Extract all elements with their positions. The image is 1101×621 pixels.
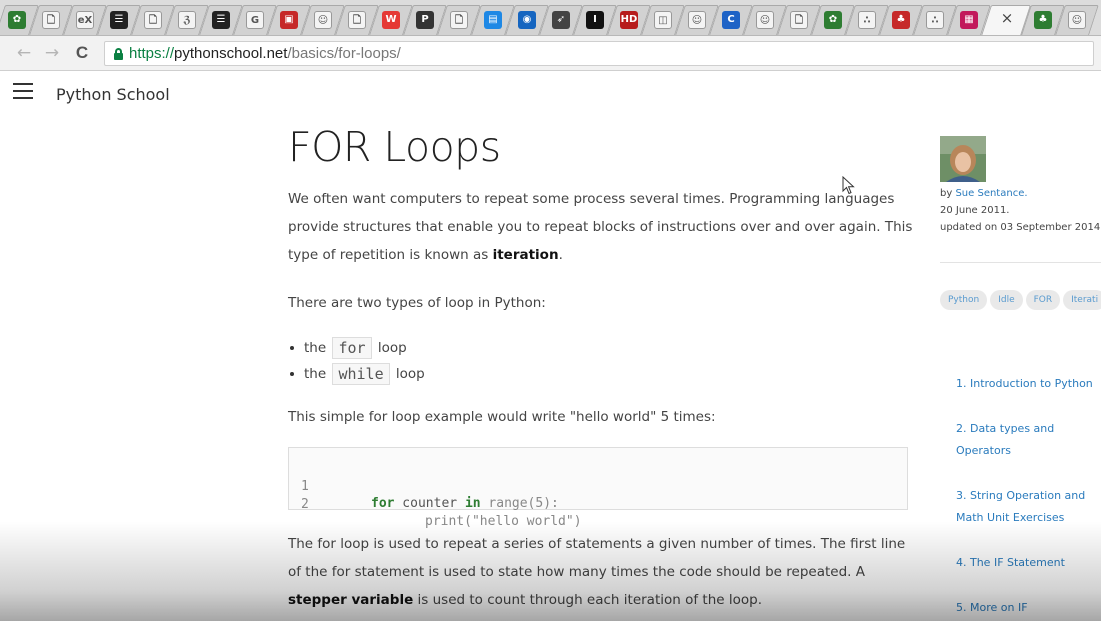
ghost-icon: ✿ (8, 11, 26, 29)
author-link[interactable]: Sue Sentance. (955, 188, 1027, 199)
tag-iteration[interactable]: Iterati (1063, 290, 1101, 310)
code-line: 2 print("hello world") (301, 497, 582, 529)
mouse-cursor-icon (842, 176, 855, 195)
psy-icon: P (416, 11, 434, 29)
toc-item-data-types[interactable]: 2. Data types and Operators (956, 418, 1101, 462)
code-line: 1 for counter in range(5): (301, 479, 559, 511)
browser-toolbar: ← → C https://pythonschool.net/basics/fo… (0, 36, 1101, 71)
dots-icon: ∴ (858, 11, 876, 29)
forward-arrow-icon[interactable]: → (42, 43, 62, 63)
web-page: Python School FOR Loops We often want co… (0, 71, 1101, 621)
window-icon: ▤ (484, 11, 502, 29)
intro-paragraph: We often want computers to repeat some p… (288, 191, 913, 263)
green-tree-icon: ♣ (1034, 11, 1052, 29)
example-intro: This simple for loop example would write… (288, 409, 716, 425)
article-meta: by Sue Sentance. 20 June 2011. updated o… (940, 185, 1101, 236)
reddit-icon: ☺ (1068, 11, 1086, 29)
ghost-icon: ✿ (824, 11, 842, 29)
list-item: the for loop (288, 335, 913, 361)
ampersand-icon: ℨ (178, 11, 196, 29)
divider (940, 262, 1101, 263)
loop-types-intro: There are two types of loop in Python: (288, 295, 546, 311)
toc-item-if-statement[interactable]: 4. The IF Statement (956, 552, 1101, 574)
tab-strip: ✿ 🗋 eX ☰ 🗋 ℨ ☰ G ▣ ☺ 🗋 W P 🗋 ▤ ◉ ➶ I HD ◫ ☺ C ☺ 🗋 ✿ ∴ ♣ ∴ ▦ × ♣ ☺ (0, 0, 1101, 36)
tree-icon: ♣ (892, 11, 910, 29)
article: FOR Loops We often want computers to rep… (288, 121, 913, 614)
tag-for[interactable]: FOR (1025, 290, 1061, 310)
tag-python[interactable]: Python (940, 290, 988, 310)
back-arrow-icon[interactable]: ← (14, 43, 34, 63)
reddit-icon: ☺ (756, 11, 774, 29)
menu-icon: ☰ (212, 11, 230, 29)
toc-item-more-on-if[interactable]: 5. More on IF (956, 597, 1101, 619)
page-icon: 🗋 (42, 11, 60, 29)
close-tab-icon[interactable]: × (1000, 10, 1014, 26)
toc-item-string-ops[interactable]: 3. String Operation and Math Unit Exerci… (956, 485, 1101, 529)
address-bar[interactable]: https://pythonschool.net/basics/for-loop… (104, 41, 1094, 66)
author-avatar (940, 136, 986, 182)
updated-date: updated on 03 September 2014. (940, 222, 1101, 233)
explanation-paragraph: The for loop is used to repeat a series … (288, 536, 906, 608)
page-icon: 🗋 (144, 11, 162, 29)
c-icon: C (722, 11, 740, 29)
g-icon: G (246, 11, 264, 29)
list-item: the while loop (288, 361, 913, 387)
image-icon: ◫ (654, 11, 672, 29)
hd-icon: HD (620, 11, 638, 29)
rocket-icon: ➶ (552, 11, 570, 29)
dots-icon: ∴ (926, 11, 944, 29)
picture-icon: ▣ (280, 11, 298, 29)
page-icon: 🗋 (790, 11, 808, 29)
reddit-icon: ☺ (688, 11, 706, 29)
bold-i-icon: I (586, 11, 604, 29)
page-icon: 🗋 (450, 11, 468, 29)
edx-icon: eX (76, 11, 94, 29)
tag-idle[interactable]: Idle (990, 290, 1023, 310)
red-square-icon: ▦ (960, 11, 978, 29)
reddit-icon: ☺ (314, 11, 332, 29)
loop-types-list: the for loop the while loop (288, 335, 913, 387)
site-name[interactable]: Python School (56, 85, 170, 105)
menu-icon: ☰ (110, 11, 128, 29)
wordpress-icon: W (382, 11, 400, 29)
lock-icon (114, 48, 123, 60)
globe-icon: ◉ (518, 11, 536, 29)
code-block: 1 for counter in range(5): 2 print("hell… (288, 447, 908, 529)
hamburger-menu-icon[interactable] (13, 83, 33, 99)
page-title: FOR Loops (288, 123, 501, 171)
tag-list: Python Idle FOR Iterati (940, 289, 1101, 310)
url-text: https://pythonschool.net/basics/for-loop… (129, 45, 401, 62)
page-icon: 🗋 (348, 11, 366, 29)
toc-item-intro[interactable]: 1. Introduction to Python (956, 373, 1101, 395)
publish-date: 20 June 2011. (940, 205, 1010, 216)
reload-icon[interactable]: C (72, 43, 92, 63)
